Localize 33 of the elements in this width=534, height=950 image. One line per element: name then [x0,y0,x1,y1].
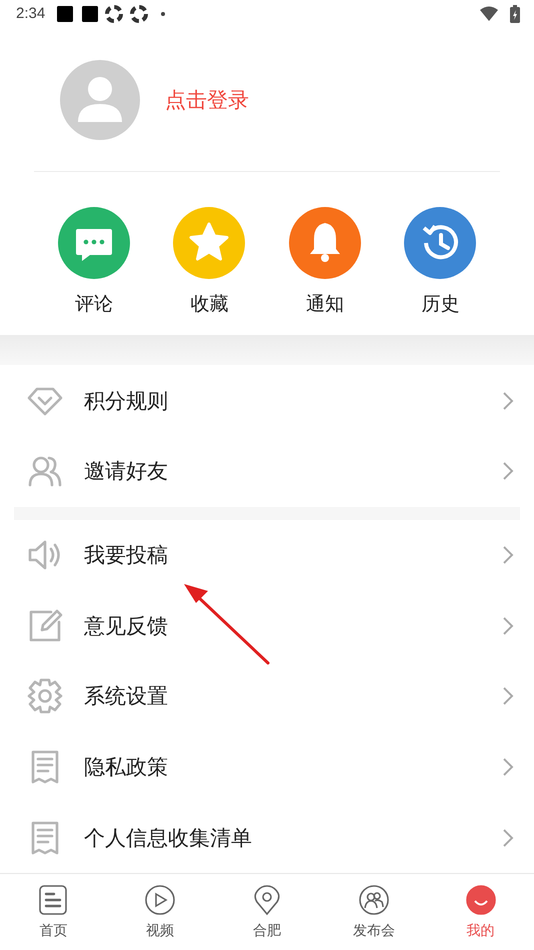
menu-item[interactable]: 意见反馈 [0,590,534,662]
chevron-right-icon [502,616,514,636]
nav-tab[interactable]: 首页 [0,874,107,950]
status-time: 2:34 [16,5,46,22]
chevron-right-icon [502,545,514,566]
nav-tab[interactable]: 合肥 [214,874,320,950]
menu-item[interactable]: 邀请好友 [0,436,534,507]
shortcut-button[interactable]: 收藏 [164,207,254,318]
wifi-icon [480,6,498,22]
menu-item[interactable]: 我要投稿 [0,520,534,590]
play-icon [144,884,176,916]
menu-item[interactable]: 系统设置 [0,661,534,732]
edit-icon [27,608,63,644]
settings-icon [27,678,63,714]
avatar-icon[interactable] [60,60,140,140]
menu-item[interactable]: 个人信息收集清单 [0,802,534,874]
list-icon [37,884,70,916]
nav-tab[interactable]: 视频 [106,874,214,950]
shortcut-button[interactable]: 通知 [280,207,370,318]
chevron-right-icon [502,390,514,411]
chevron-right-icon [502,757,514,778]
battery-icon [510,4,520,23]
login-link[interactable]: 点击登录 [165,86,249,114]
shortcut-button[interactable]: 评论 [48,207,139,318]
shortcut-button[interactable]: 历史 [395,207,486,318]
chevron-right-icon [502,686,514,706]
menu-item[interactable]: 隐私政策 [0,732,534,803]
chevron-right-icon [502,828,514,848]
people-icon [358,884,390,916]
menu-item[interactable]: 积分规则 [0,365,534,436]
nav-tab[interactable]: 发布会 [320,874,428,950]
chevron-right-icon [502,461,514,482]
nav-tab[interactable]: 我的 [427,874,534,950]
